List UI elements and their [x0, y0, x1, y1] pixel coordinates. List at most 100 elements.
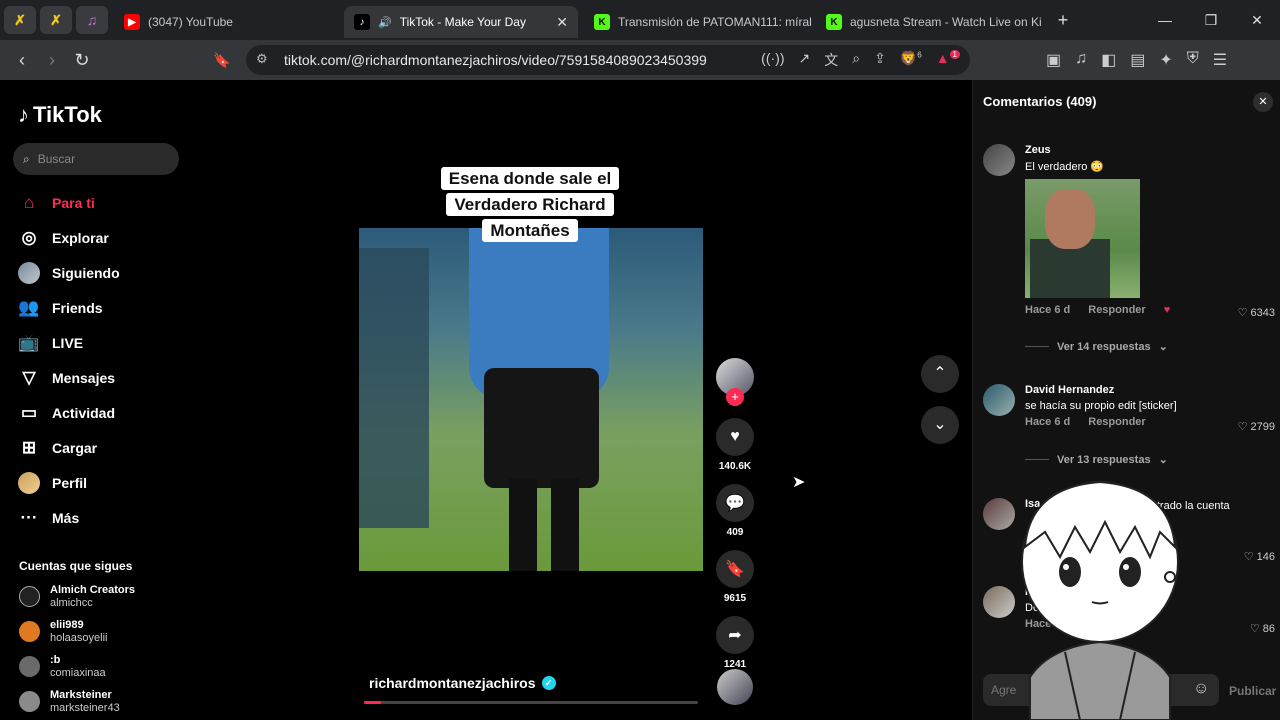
video-progress-bar[interactable]: [364, 701, 698, 704]
compass-icon: ◎: [21, 227, 37, 247]
brave-rewards-icon[interactable]: ▲ 1: [936, 50, 960, 70]
nav-live[interactable]: 📺 LIVE: [18, 325, 120, 360]
tab-youtube[interactable]: ▶ (3047) YouTube: [114, 6, 336, 38]
tab-kick-agusneta[interactable]: K agusneta Stream - Watch Live on Ki: [816, 6, 1048, 38]
comment-image[interactable]: [1025, 179, 1140, 298]
creator-avatar[interactable]: +: [716, 358, 754, 406]
nav-siguiendo[interactable]: Siguiendo: [18, 255, 120, 290]
live-tv-icon: 📺: [18, 332, 40, 352]
comment-like[interactable]: ♡ 6343: [1238, 306, 1275, 319]
address-bar-row: ‹ › ↻ 🔖 ⚙ tiktok.com/@richardmontanezjac…: [0, 40, 1280, 80]
reply-button[interactable]: Responder: [1088, 304, 1145, 316]
nav-explorar[interactable]: ◎ Explorar: [18, 220, 120, 255]
back-icon[interactable]: ‹: [7, 50, 37, 71]
nav-para-ti[interactable]: ⌂ Para ti: [18, 185, 120, 220]
bookmark-icon[interactable]: 🔖: [207, 52, 237, 69]
follow-plus-icon[interactable]: +: [726, 388, 744, 406]
sidebar-toggle-icon[interactable]: ◧: [1101, 50, 1116, 70]
zoom-icon[interactable]: ⌕: [852, 50, 860, 70]
search-input[interactable]: ⌕ Buscar: [13, 143, 179, 175]
tab-kick-patoman[interactable]: K Transmisión de PATOMAN111: míral: [584, 6, 816, 38]
close-icon[interactable]: ✕: [556, 14, 568, 31]
url-input[interactable]: ⚙ tiktok.com/@richardmontanezjachiros/vi…: [246, 45, 970, 75]
chevron-down-icon: ⌄: [1158, 454, 1168, 466]
nav-label: Siguiendo: [52, 264, 120, 281]
replies-label: Ver 13 respuestas: [1057, 453, 1151, 466]
search-placeholder: Buscar: [37, 152, 76, 166]
reply-button[interactable]: Responder: [1088, 416, 1145, 428]
nav-actividad[interactable]: ▭ Actividad: [18, 395, 120, 430]
logo-text: TikTok: [33, 102, 102, 127]
like-heart-icon[interactable]: ♥: [716, 418, 754, 456]
tab-label: TikTok - Make Your Day: [399, 15, 526, 29]
avatar[interactable]: [983, 384, 1015, 416]
video-caption: Esena donde sale el Verdadero Richard Mo…: [437, 166, 623, 244]
new-tab-button[interactable]: +: [1048, 10, 1078, 31]
reload-icon[interactable]: ↻: [67, 50, 97, 71]
window-controls: — ❐ ✕: [1142, 12, 1280, 29]
pinned-tab-2[interactable]: ✗: [40, 6, 72, 34]
translate-icon[interactable]: 文: [824, 50, 838, 70]
leo-ai-icon[interactable]: ✦: [1159, 50, 1172, 70]
view-replies-button[interactable]: Ver 13 respuestas ⌄: [1025, 453, 1168, 466]
comment-author[interactable]: David Hernandez: [1025, 384, 1275, 396]
wallet-icon[interactable]: ▤: [1130, 50, 1145, 70]
comment-like[interactable]: ♡ 146: [1244, 550, 1275, 563]
creator-liked-icon: ♥: [1163, 304, 1171, 316]
previous-video-button[interactable]: ⌃: [921, 355, 959, 393]
following-account[interactable]: Marksteiner marksteiner43: [19, 684, 135, 719]
close-window-icon[interactable]: ✕: [1234, 12, 1280, 29]
nav-mensajes[interactable]: ▽ Mensajes: [18, 360, 120, 395]
next-video-button[interactable]: ⌄: [921, 406, 959, 444]
cast-icon[interactable]: ((·)): [761, 50, 784, 70]
pinned-tab-1[interactable]: ✗: [4, 6, 36, 34]
music-disc-avatar[interactable]: [717, 669, 753, 705]
tiktok-logo[interactable]: ♪ TikTok: [18, 102, 102, 128]
like-count: 140.6K: [718, 461, 752, 472]
avatar: [19, 656, 40, 677]
view-replies-button[interactable]: Ver 14 respuestas ⌄: [1025, 340, 1168, 353]
site-settings-icon[interactable]: ⚙: [256, 51, 268, 67]
nav-perfil[interactable]: Perfil: [18, 465, 120, 500]
emoji-icon[interactable]: ☺: [1193, 680, 1209, 698]
account-name: :b: [50, 653, 61, 666]
reader-icon[interactable]: ▣: [1046, 50, 1061, 70]
comment-icon[interactable]: 💬: [716, 484, 754, 522]
publish-button[interactable]: Publicar: [1229, 684, 1276, 698]
comment-like[interactable]: ♡ 2799: [1238, 420, 1275, 433]
bookmark-icon[interactable]: 🔖: [716, 550, 754, 588]
open-external-icon[interactable]: ↗: [798, 50, 810, 70]
like-count: 2799: [1250, 421, 1275, 433]
tab-label: Transmisión de PATOMAN111: míral: [618, 15, 812, 29]
comment-author[interactable]: Zeus: [1025, 144, 1275, 156]
restore-icon[interactable]: ❐: [1188, 12, 1234, 29]
following-account[interactable]: Almich Creators almichcc: [19, 579, 135, 614]
send-icon: ▽: [22, 367, 36, 387]
nav-cargar[interactable]: ⊞ Cargar: [18, 430, 120, 465]
following-account[interactable]: elii989 holaasoyelii: [19, 614, 135, 649]
nav-friends[interactable]: 👥 Friends: [18, 290, 120, 325]
tab-label: agusneta Stream - Watch Live on Ki: [850, 15, 1042, 29]
comment-item: Zeus El verdadero 😳 Hace 6 d Responder ♥ ♡…: [983, 144, 1275, 319]
progress-fill: [364, 701, 381, 704]
comment-like[interactable]: ♡ 86: [1250, 622, 1275, 635]
audio-speaker-icon[interactable]: 🔊: [378, 16, 392, 29]
vpn-icon[interactable]: ⛨: [1187, 50, 1199, 70]
video-player[interactable]: [359, 228, 703, 571]
forward-icon[interactable]: ›: [37, 50, 67, 71]
video-author[interactable]: richardmontanezjachiros ✓: [369, 675, 556, 691]
menu-icon[interactable]: ☰: [1213, 50, 1227, 70]
brave-shield-icon[interactable]: 🦁6: [900, 50, 922, 70]
minimize-icon[interactable]: —: [1142, 12, 1188, 29]
avatar[interactable]: [983, 144, 1015, 176]
nav-mas[interactable]: ··· Más: [18, 500, 120, 535]
share-arrow-icon[interactable]: ➦: [716, 616, 754, 654]
close-icon[interactable]: ✕: [1253, 92, 1273, 112]
tab-tiktok[interactable]: ♪ 🔊 TikTok - Make Your Day ✕: [344, 6, 578, 38]
nav-label: Perfil: [52, 474, 88, 491]
pinned-tab-3[interactable]: ♫: [76, 6, 108, 34]
following-account[interactable]: :b comiaxinaa: [19, 649, 135, 684]
share-icon[interactable]: ⇪: [874, 50, 886, 70]
following-list: Almich Creators almichcc elii989 holaasoye…: [19, 579, 135, 719]
media-icon[interactable]: ♫: [1075, 50, 1087, 70]
